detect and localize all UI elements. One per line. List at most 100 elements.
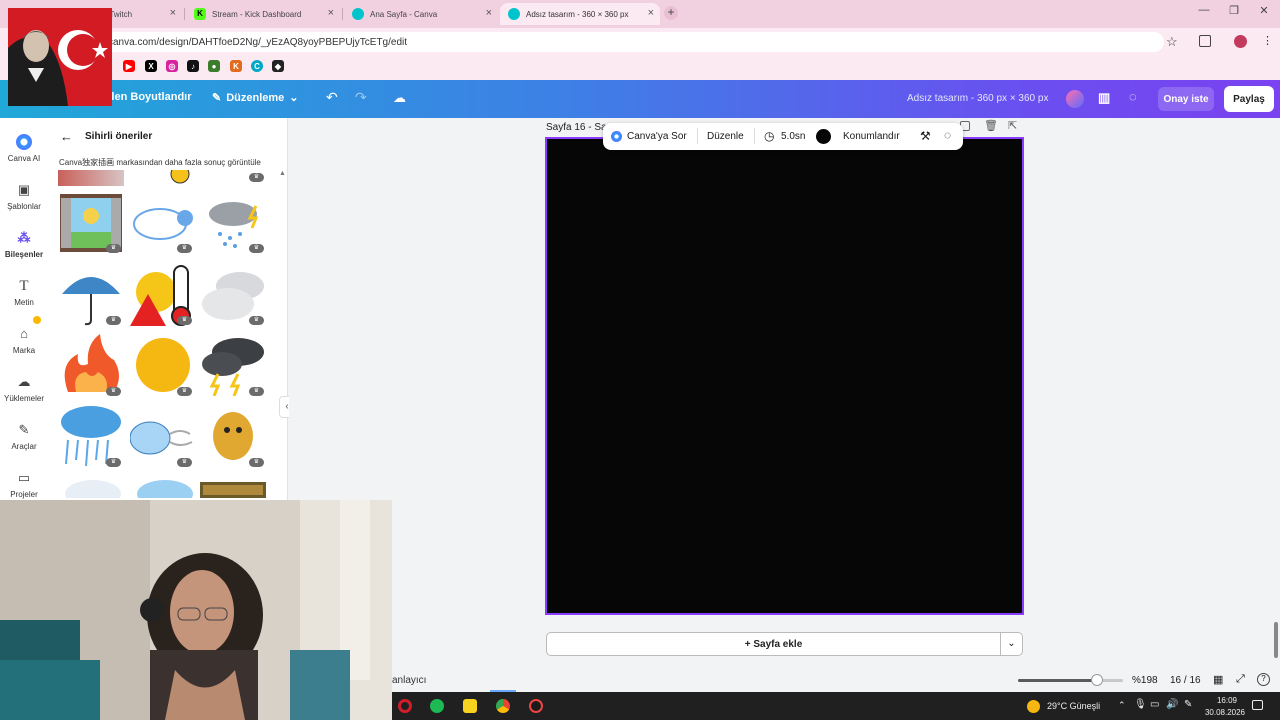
chevron-down-icon: ⌄ <box>289 92 299 104</box>
tiktok-icon[interactable]: ♪ <box>187 60 199 72</box>
kick-icon: K <box>194 8 206 20</box>
canva-icon <box>352 8 364 20</box>
background-color-swatch[interactable] <box>816 129 831 144</box>
window-frame-graphic[interactable] <box>200 482 266 498</box>
instagram-icon[interactable]: ◎ <box>166 60 178 72</box>
delete-page-icon[interactable]: 🗑 <box>984 119 998 132</box>
page-counter[interactable]: 16 / 16 <box>1170 675 1201 686</box>
pen-icon[interactable]: ✎ <box>1184 699 1192 710</box>
tab-kick[interactable]: K Stream - Kick Dashboard × <box>186 3 340 25</box>
microphone-icon[interactable]: 🎙 <box>1134 699 1147 710</box>
premium-crown-icon: ♛ <box>177 387 192 396</box>
add-page-icon[interactable]: ⇱ <box>1008 119 1017 132</box>
flag-portrait-image <box>8 8 112 106</box>
help-icon[interactable]: ? <box>1257 673 1270 686</box>
user-avatar[interactable] <box>1066 90 1084 108</box>
extensions-icon[interactable] <box>1199 35 1211 47</box>
grid-view-icon[interactable]: ▦ <box>1213 673 1223 686</box>
url-text: canva.com/design/DAHTfoeD2Ng/_yEzAQ8yoyP… <box>108 36 408 48</box>
volume-icon[interactable]: 🔊 <box>1166 699 1178 710</box>
profile-avatar[interactable] <box>1234 35 1247 48</box>
clock-time[interactable]: 16:09 <box>1212 696 1242 705</box>
scroll-up-icon[interactable]: ▲ <box>279 170 286 177</box>
rail-item-tools[interactable]: ✎ Araçlar <box>0 422 48 451</box>
design-page[interactable] <box>545 137 1024 615</box>
rail-label: Araçlar <box>11 442 37 451</box>
comment-add-icon[interactable]: ◌ <box>944 128 951 142</box>
premium-crown-icon: ♛ <box>177 458 192 467</box>
insights-icon[interactable]: ▥ <box>1098 90 1110 106</box>
opera-icon[interactable] <box>398 699 412 713</box>
close-icon[interactable]: × <box>170 7 176 19</box>
minimize-icon[interactable]: — <box>1194 4 1214 16</box>
rail-item-templates[interactable]: ▣ Şablonlar <box>0 182 48 211</box>
zoom-slider-handle[interactable] <box>1090 674 1103 686</box>
tab-label: Ana Sayfa - Canva <box>370 9 438 19</box>
approve-button[interactable]: Onay iste <box>1158 87 1214 111</box>
browser-menu-icon[interactable]: ⋮ <box>1262 34 1273 47</box>
design-title[interactable]: Adsız tasarım - 360 px × 360 px <box>907 93 1048 104</box>
close-icon[interactable]: × <box>648 7 654 19</box>
restore-icon[interactable]: ❐ <box>1224 4 1244 17</box>
add-page-button[interactable]: + Sayfa ekle <box>546 632 1001 656</box>
url-field[interactable]: canva.com/design/DAHTfoeD2Ng/_yEzAQ8yoyP… <box>104 32 1164 52</box>
cloud-graphic[interactable] <box>60 476 126 508</box>
canva-bookmark-icon[interactable]: C <box>251 60 263 72</box>
zoom-level[interactable]: %198 <box>1132 675 1158 686</box>
x-icon[interactable]: X <box>145 60 157 72</box>
tab-canva-design[interactable]: Adsız tasarım - 360 × 360 px × <box>500 3 660 25</box>
rail-item-brand[interactable]: ⌂ Marka <box>0 326 48 355</box>
bookmark-app-icon[interactable]: ◆ <box>272 60 284 72</box>
youtube-icon[interactable]: ▶ <box>123 60 135 72</box>
duration-button[interactable]: 5.0sn <box>781 131 805 142</box>
comment-icon[interactable]: ◌ <box>1129 89 1137 104</box>
scrollbar[interactable] <box>1274 622 1278 658</box>
fullscreen-icon[interactable]: ⤢ <box>1236 673 1245 686</box>
share-button[interactable]: Paylaş <box>1224 86 1274 112</box>
position-button[interactable]: Konumlandır <box>843 131 900 142</box>
rail-item-uploads[interactable]: ☁ Yüklemeler <box>0 374 48 403</box>
rail-item-text[interactable]: T Metin <box>0 278 48 307</box>
ask-canva-button[interactable]: Canva'ya Sor <box>627 131 687 142</box>
crown-badge-icon <box>33 316 41 324</box>
graphic-thumbnail[interactable] <box>58 170 124 186</box>
tray-icon[interactable]: ▭ <box>1150 699 1159 710</box>
edit-mode-button[interactable]: ✎ Düzenleme ⌄ <box>212 91 299 105</box>
cloud-save-icon[interactable]: ☁ <box>393 90 406 106</box>
graphic-thumbnail[interactable] <box>140 164 196 184</box>
creature-graphic[interactable] <box>200 404 266 466</box>
more-results-link[interactable]: Canva独家插画 markasından daha fazla sonuç g… <box>59 157 261 168</box>
weather-text[interactable]: 29°C Güneşli <box>1047 701 1100 711</box>
tab-label: Adsız tasarım - 360 × 360 px <box>526 9 629 19</box>
spotify-icon[interactable] <box>430 699 444 713</box>
bookmark-star-icon[interactable]: ☆ <box>1166 34 1178 50</box>
rail-item-elements[interactable]: ⁂ Bileşenler <box>0 230 48 259</box>
new-tab-button[interactable]: + <box>664 6 678 20</box>
rail-item-projects[interactable]: ▭ Projeler <box>0 470 48 499</box>
edit-button[interactable]: Düzenle <box>707 131 744 142</box>
close-icon[interactable]: × <box>328 7 334 19</box>
clock-date[interactable]: 30.08.2026 <box>1202 708 1248 717</box>
chevron-down-icon[interactable]: ⌄ <box>1000 632 1023 656</box>
close-window-icon[interactable]: ✕ <box>1254 4 1274 17</box>
undo-icon[interactable]: ↶ <box>326 89 338 106</box>
kick-orange-icon[interactable]: K <box>230 60 242 72</box>
resize-button[interactable]: niden Boyutlandır <box>98 91 192 103</box>
rail-label: Marka <box>12 346 36 355</box>
chrome-icon[interactable] <box>496 699 510 713</box>
redo-icon[interactable]: ↷ <box>355 89 367 106</box>
rail-item-canva-ai[interactable]: Canva AI <box>0 134 48 163</box>
blue-cloud-graphic[interactable] <box>132 476 198 508</box>
paint-format-icon[interactable]: ⚒ <box>920 129 931 143</box>
close-icon[interactable]: × <box>486 7 492 19</box>
back-arrow-icon[interactable]: ← <box>60 129 73 144</box>
rain-cloud-graphic[interactable] <box>58 404 124 467</box>
sticky-notes-icon[interactable] <box>463 699 477 713</box>
tray-chevron-icon[interactable]: ⌃ <box>1118 700 1126 711</box>
obs-icon[interactable] <box>529 699 543 713</box>
bookmark-icon[interactable]: ● <box>208 60 220 72</box>
notifications-icon[interactable] <box>1252 700 1263 710</box>
blowing-cloud-graphic[interactable] <box>129 404 196 466</box>
notes-button[interactable]: anlayıcı <box>392 675 426 686</box>
tab-canva-home[interactable]: Ana Sayfa - Canva × <box>344 3 498 25</box>
